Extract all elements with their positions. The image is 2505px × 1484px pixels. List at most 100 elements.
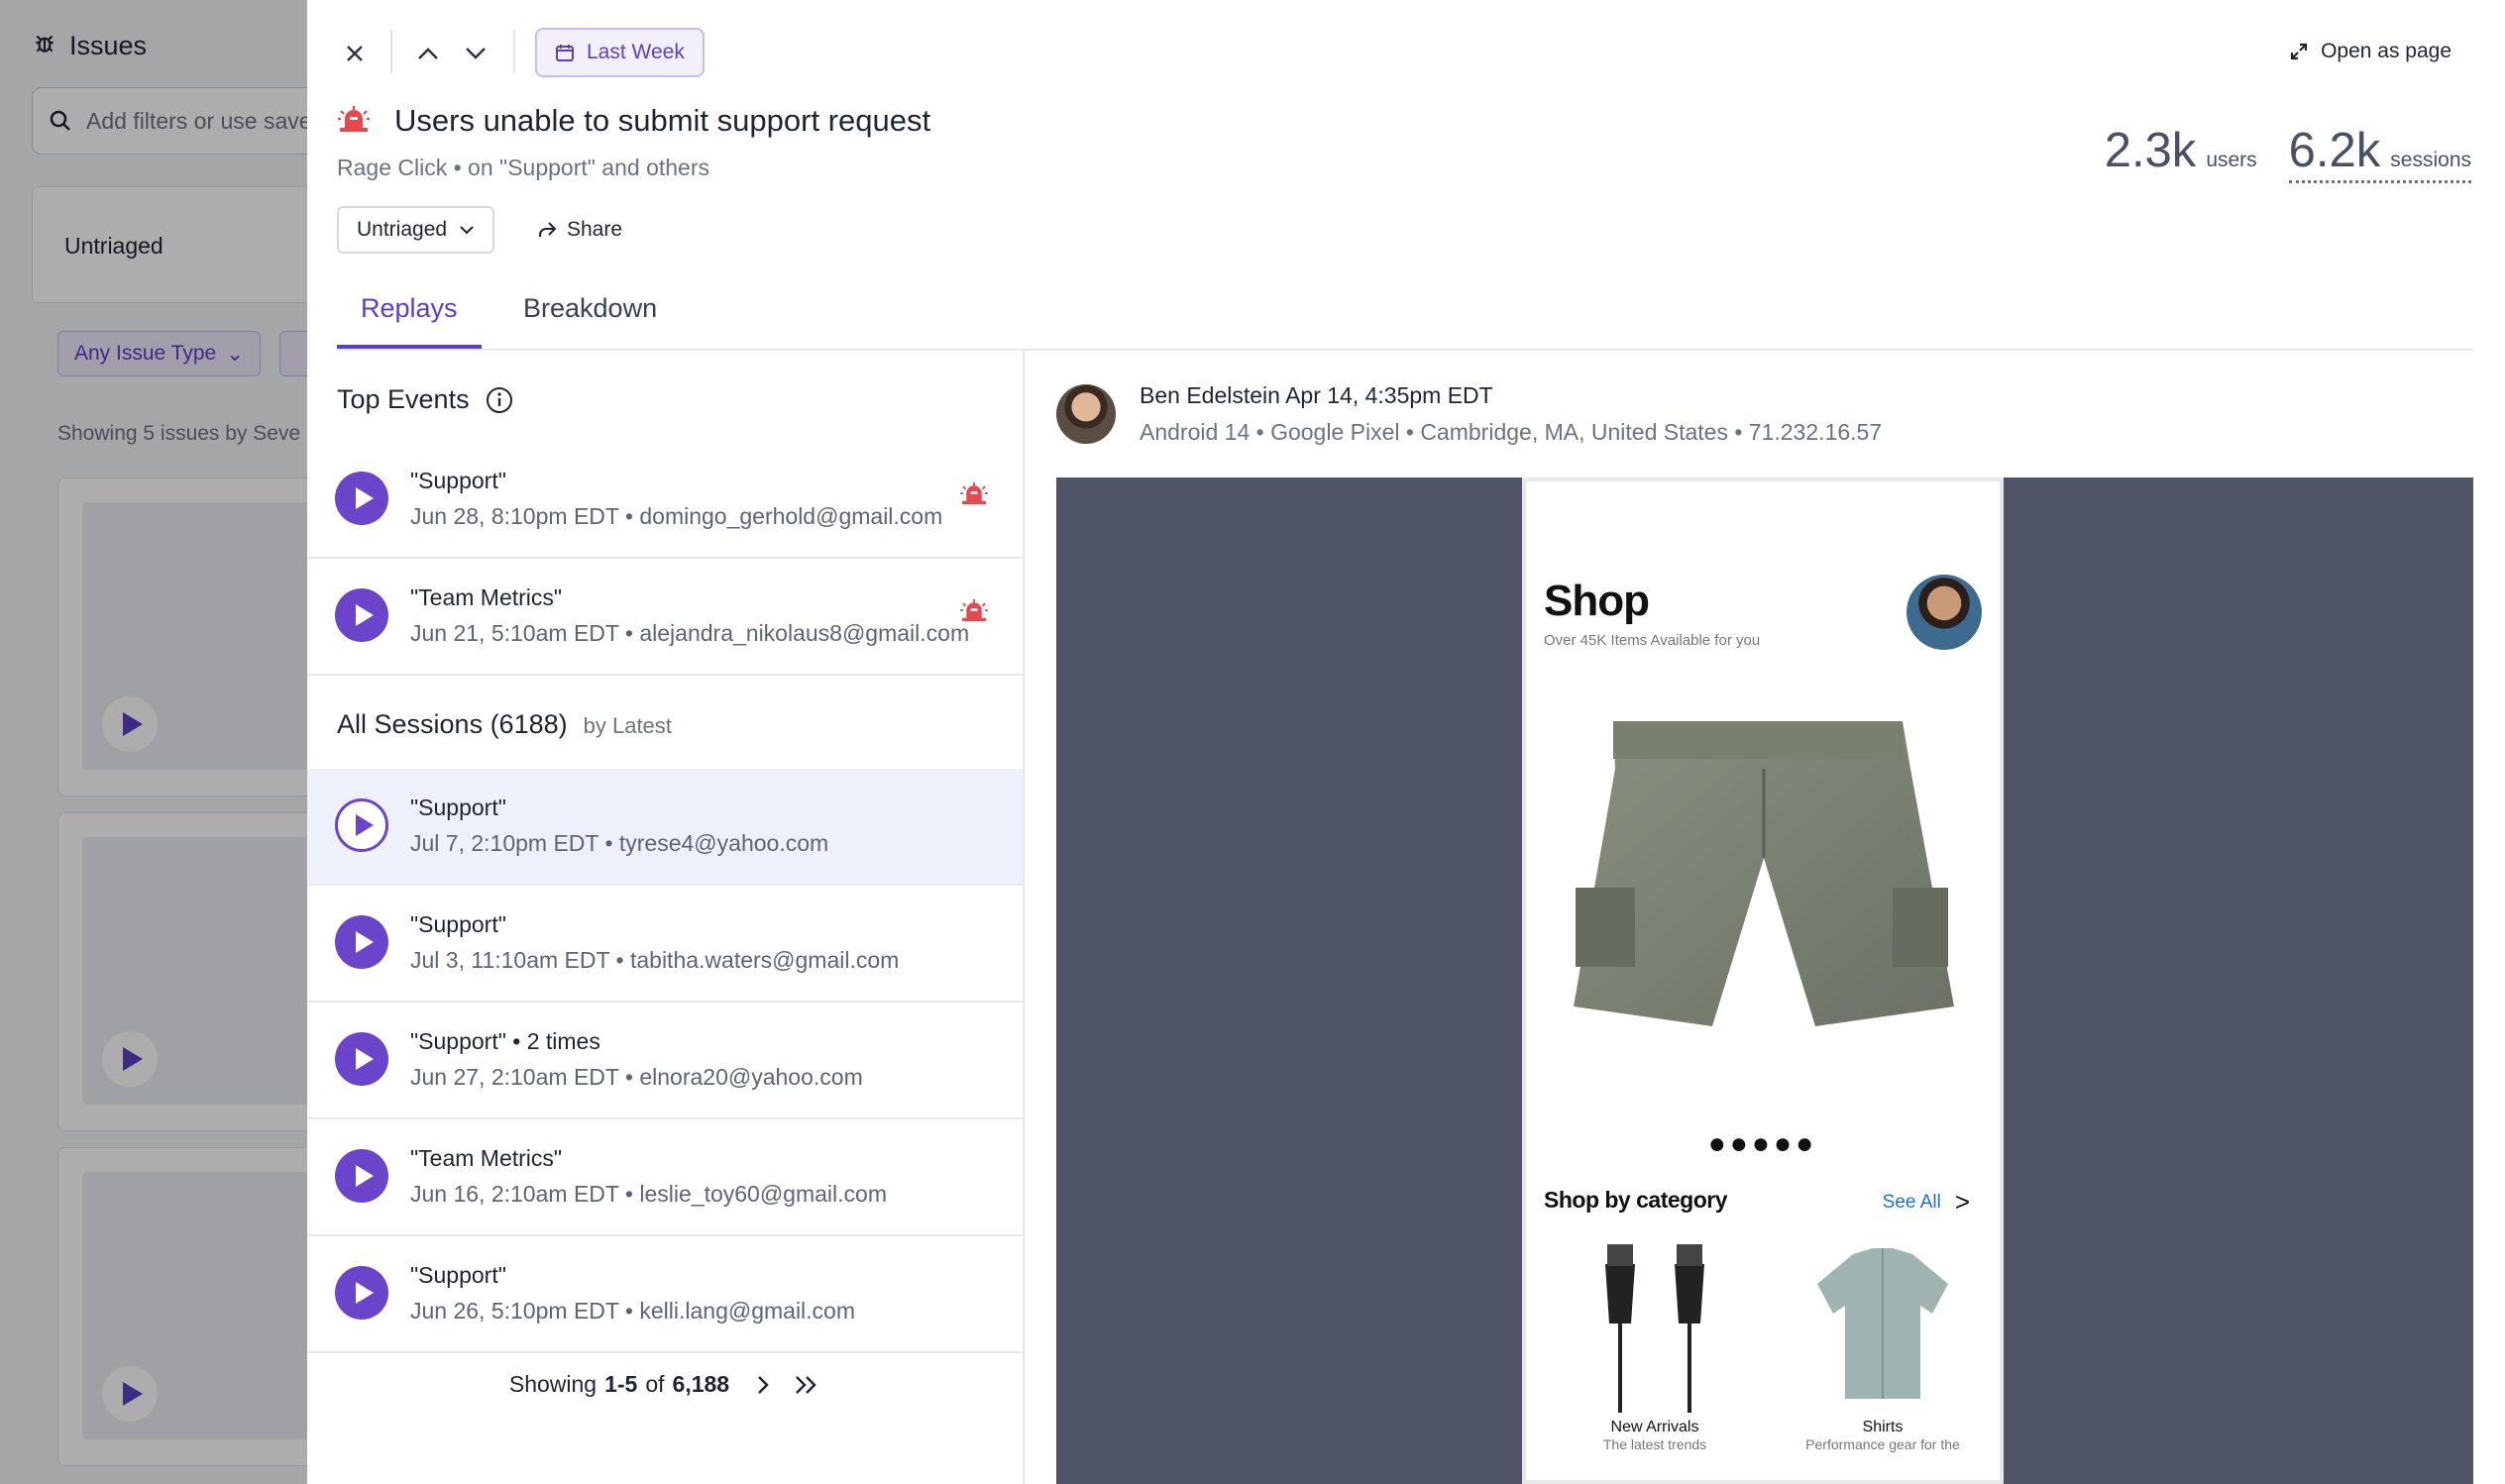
pager-of: of: [645, 1371, 665, 1397]
see-all-link[interactable]: See All >: [1883, 1187, 1970, 1218]
session-row[interactable]: "Support" Jul 7, 2:10pm EDT • tyrese4@ya…: [307, 769, 1023, 886]
tab-replays[interactable]: Replays: [337, 293, 482, 349]
sort-label[interactable]: by Latest: [584, 713, 672, 739]
issue-metrics: 2.3k users 6.2k sessions: [2105, 123, 2471, 183]
user-name: Ben Edelstein: [1140, 382, 1280, 408]
category-item-label: Shirts: [1862, 1419, 1904, 1435]
share-button[interactable]: Share: [527, 206, 632, 254]
shirt-image: [1817, 1248, 1948, 1399]
users-count: 2.3k: [2104, 124, 2197, 177]
all-sessions-title: All Sessions (6188): [337, 709, 568, 739]
avatar: [1906, 575, 1982, 650]
see-all-label: See All: [1882, 1191, 1941, 1213]
session-title: "Support": [410, 911, 506, 937]
sessions-label: sessions: [2390, 149, 2471, 171]
pager-range: 1-5: [604, 1371, 638, 1397]
play-icon[interactable]: [335, 915, 388, 969]
users-metric: 2.3k users: [2105, 123, 2257, 178]
detail-tabs: Replays Breakdown: [337, 287, 2473, 351]
chevron-down-icon: [460, 226, 474, 235]
users-label: users: [2206, 149, 2257, 171]
rage-click-icon: [960, 598, 988, 622]
sessions-metric[interactable]: 6.2k sessions: [2288, 123, 2471, 183]
top-event-row[interactable]: "Team Metrics" Jun 21, 5:10am EDT • alej…: [307, 559, 1023, 676]
chevron-down-icon: [466, 48, 486, 59]
play-icon[interactable]: [335, 1032, 388, 1086]
shorts-product-image: [1574, 721, 1954, 1026]
issue-detail-drawer: Last Week Open as page Users unable to s…: [307, 0, 2505, 1484]
event-meta: Jun 28, 8:10pm EDT • domingo_gerhold@gma…: [410, 503, 943, 529]
session-title: "Support": [410, 795, 506, 820]
issue-type: Rage Click: [337, 155, 448, 180]
date-range-button[interactable]: Last Week: [535, 28, 705, 77]
next-page-icon[interactable]: [755, 1373, 771, 1397]
session-title: "Support" • 2 times: [410, 1028, 600, 1054]
toolbar-divider: [390, 30, 392, 73]
rage-click-icon: [337, 105, 371, 138]
tiki-torch-image: [1605, 1244, 1704, 1413]
status-dropdown[interactable]: Untriaged: [337, 206, 495, 254]
tab-breakdown[interactable]: Breakdown: [499, 293, 681, 349]
category-heading: Shop by category: [1544, 1187, 1727, 1213]
previous-issue-button[interactable]: [406, 32, 450, 75]
event-meta: Jun 21, 5:10am EDT • alejandra_nikolaus8…: [410, 620, 970, 646]
play-icon[interactable]: [335, 472, 388, 525]
top-event-row[interactable]: "Support" Jun 28, 8:10pm EDT • domingo_g…: [307, 442, 1023, 559]
session-title: "Team Metrics": [410, 1145, 563, 1171]
session-meta: Jul 3, 11:10am EDT • tabitha.waters@gmai…: [410, 947, 900, 973]
app-subtitle: Over 45K Items Available for you: [1544, 632, 1761, 649]
replay-player[interactable]: Shop Over 45K Items Available for you ●●…: [1056, 477, 2473, 1484]
date-range-label: Last Week: [587, 41, 685, 63]
phone-screen: Shop Over 45K Items Available for you ●●…: [1522, 477, 2004, 1484]
pager-prefix: Showing: [508, 1371, 598, 1397]
session-meta: Jun 26, 5:10pm EDT • kelli.lang@gmail.co…: [410, 1298, 856, 1324]
replay-user-info: Ben Edelstein Apr 14, 4:35pm EDT Android…: [1056, 382, 1882, 446]
session-row[interactable]: "Support" Jul 3, 11:10am EDT • tabitha.w…: [307, 886, 1023, 1003]
category-item-subtitle: Performance gear for the: [1805, 1436, 1960, 1452]
close-icon: [347, 46, 363, 61]
event-title: "Support": [410, 468, 506, 493]
sessions-count: 6.2k: [2288, 124, 2381, 177]
toolbar-divider: [513, 30, 515, 73]
pagination: Showing 1-5 of 6,188: [307, 1371, 1023, 1398]
session-row[interactable]: "Team Metrics" Jun 16, 2:10am EDT • lesl…: [307, 1119, 1023, 1236]
category-item-label: New Arrivals: [1610, 1419, 1699, 1435]
category-item-subtitle: The latest trends: [1602, 1436, 1707, 1452]
issue-subtitle: Rage Click • on "Support" and others: [337, 155, 709, 181]
event-title: "Team Metrics": [410, 584, 563, 610]
carousel-dots[interactable]: ●●●●●: [1526, 1127, 2000, 1161]
replay-timestamp: Apr 14, 4:35pm EDT: [1285, 382, 1493, 408]
open-as-page-label: Open as page: [2321, 40, 2451, 62]
session-meta: Jun 27, 2:10am EDT • elnora20@yahoo.com: [410, 1064, 863, 1090]
top-events-title: Top Events: [337, 384, 470, 414]
session-meta: Jun 16, 2:10am EDT • leslie_toy60@gmail.…: [410, 1181, 887, 1207]
top-events-heading: Top Events: [337, 384, 513, 415]
share-icon: [539, 222, 557, 237]
play-icon[interactable]: [335, 1149, 388, 1203]
info-icon[interactable]: [486, 386, 513, 414]
next-issue-button[interactable]: [454, 32, 497, 75]
play-icon[interactable]: [335, 1266, 388, 1320]
app-title: Shop: [1544, 577, 1650, 625]
all-sessions-heading: All Sessions (6188) by Latest: [337, 709, 672, 740]
status-label: Untriaged: [357, 218, 448, 241]
pager-total: 6,188: [672, 1371, 730, 1397]
session-row[interactable]: "Support" • 2 times Jun 27, 2:10am EDT •…: [307, 1003, 1023, 1119]
arrow-right-icon: >: [1954, 1187, 1970, 1217]
issue-context: • on "Support" and others: [447, 155, 709, 180]
session-meta: Jul 7, 2:10pm EDT • tyrese4@yahoo.com: [410, 830, 829, 856]
issue-title: Users unable to submit support request: [394, 103, 931, 138]
device-info: Android 14 • Google Pixel • Cambridge, M…: [1140, 419, 1883, 445]
session-row[interactable]: "Support" Jun 26, 5:10pm EDT • kelli.lan…: [307, 1236, 1023, 1353]
share-label: Share: [567, 218, 623, 241]
close-button[interactable]: [333, 32, 377, 75]
last-page-icon[interactable]: [793, 1373, 820, 1397]
rage-click-icon: [960, 481, 988, 505]
sessions-panel: Top Events "Support" Jun 28, 8:10pm EDT …: [307, 351, 1025, 1484]
open-as-page-button[interactable]: Open as page: [2289, 40, 2451, 63]
play-icon[interactable]: [335, 588, 388, 642]
calendar-icon: [556, 45, 574, 61]
replay-user-line: Ben Edelstein Apr 14, 4:35pm EDT: [1140, 382, 1882, 409]
drawer-toolbar: Last Week Open as page: [307, 28, 2505, 77]
play-icon[interactable]: [335, 798, 388, 852]
